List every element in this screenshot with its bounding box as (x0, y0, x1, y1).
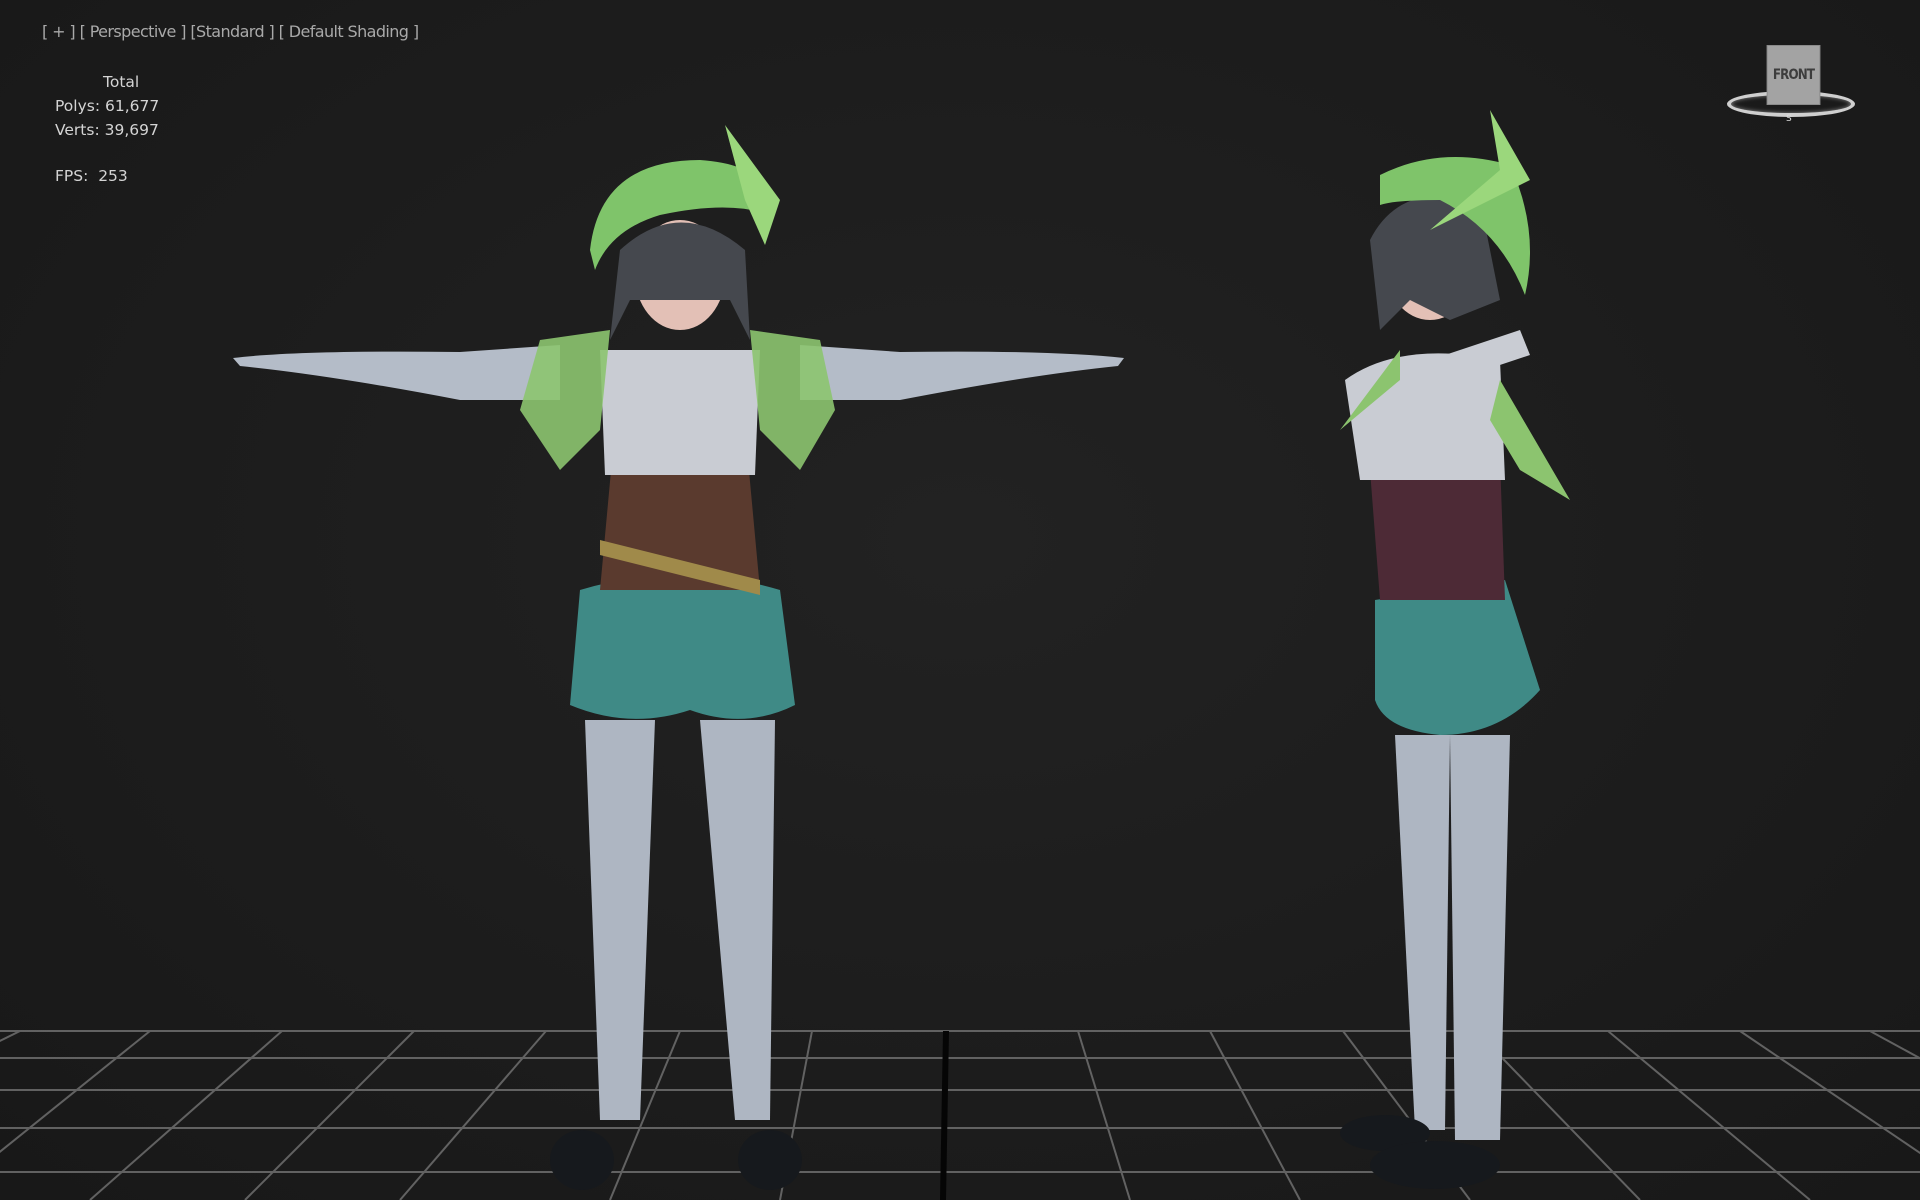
compass-south-label[interactable]: S (1786, 114, 1792, 124)
viewcube-front-face[interactable]: FRONT (1766, 45, 1821, 105)
stats-heading: Total (103, 73, 140, 91)
character-side-view[interactable] (1340, 110, 1570, 1189)
polys-label: Polys: (55, 97, 101, 115)
polys-value: 61,677 (105, 97, 160, 115)
stats-verts: Verts: 39,697 (55, 118, 159, 142)
viewport-menu-standard[interactable]: [Standard ] (190, 22, 274, 41)
viewport-menu-shading[interactable]: [ Default Shading ] (279, 22, 419, 41)
viewcube[interactable]: FRONT S (1722, 44, 1862, 126)
viewport-label-menu[interactable]: [ + ] [ Perspective ] [Standard ] [ Defa… (42, 22, 419, 41)
stats-polys: Polys: 61,677 (55, 94, 159, 118)
ground-grid (0, 1030, 1920, 1200)
3d-viewport[interactable]: [ + ] [ Perspective ] [Standard ] [ Defa… (0, 0, 1920, 1200)
scene-canvas[interactable] (0, 0, 1920, 1200)
fps-value: 253 (98, 167, 128, 185)
viewport-menu-perspective[interactable]: [ Perspective ] (80, 22, 187, 41)
verts-value: 39,697 (104, 121, 159, 139)
statistics-overlay: Total Polys: 61,677 Verts: 39,697 FPS: 2… (55, 70, 159, 188)
verts-label: Verts: (55, 121, 100, 139)
stats-fps: FPS: 253 (55, 164, 159, 188)
world-axis (940, 1030, 949, 1200)
fps-label: FPS: (55, 167, 89, 185)
viewport-menu-plus[interactable]: [ + ] (42, 22, 76, 41)
